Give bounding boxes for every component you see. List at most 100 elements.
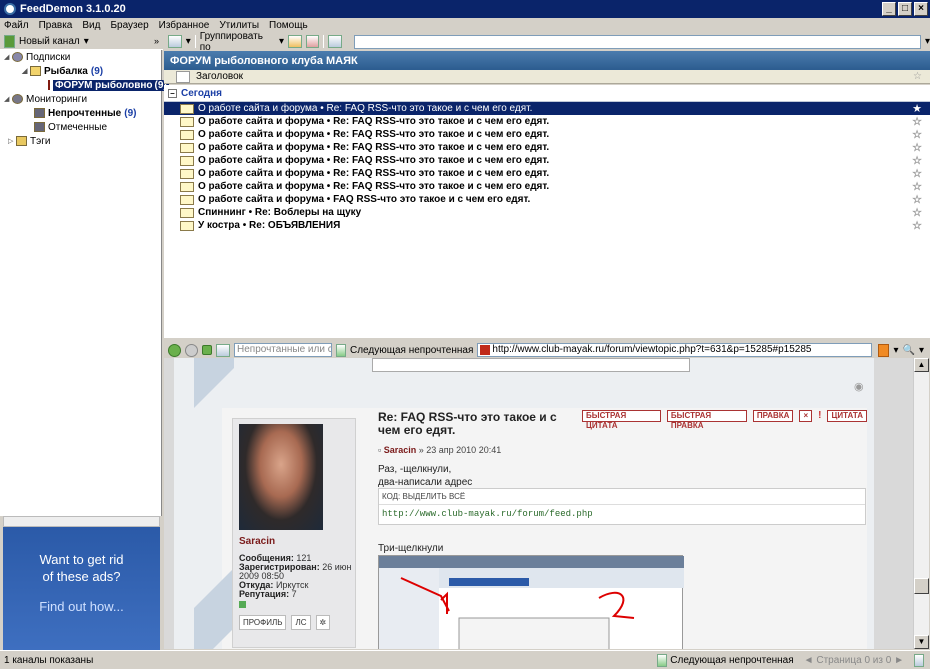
scroll-top-icon[interactable]: ◉ [854,380,864,393]
address-bar[interactable]: http://www.club-mayak.ru/forum/viewtopic… [477,343,873,357]
newspaper-icon[interactable] [328,35,343,48]
star-icon[interactable]: ★ [912,102,922,115]
search-dropdown-icon[interactable]: ▾ [925,36,930,47]
news-item[interactable]: О работе сайта и форума • Re: FAQ RSS-чт… [164,154,930,167]
star-icon[interactable]: ☆ [912,167,922,180]
new-tab-icon[interactable] [216,343,230,357]
report-icon[interactable]: ! [818,410,821,422]
ad-link[interactable]: Find out how... [3,599,160,614]
resize-grip-icon[interactable] [914,653,924,667]
dropdown-arrow-icon[interactable]: ▾ [84,36,89,47]
gear-icon[interactable]: ✲ [315,615,331,630]
quick-edit-button[interactable]: БЫСТРАЯ ПРАВКА [666,410,747,430]
scroll-thumb[interactable] [914,578,929,594]
close-button[interactable]: × [914,2,928,16]
view-dropdown-icon[interactable]: ▾ [186,36,191,47]
next-unread-button[interactable]: Следующая непрочтенная [350,345,473,356]
rss-icon[interactable] [878,343,890,357]
news-item[interactable]: О работе сайта и форума • Re: FAQ RSS-чт… [164,141,930,154]
post-title[interactable]: Re: FAQ RSS-что это такое и с чем его ед… [378,411,578,437]
menu-favorites[interactable]: Избранное [159,20,210,31]
tree-feed-forum[interactable]: ФОРУМ рыболовно (9) [0,78,169,92]
forward-icon[interactable] [185,343,198,357]
star-icon[interactable]: ☆ [912,128,922,141]
profile-name[interactable]: Saracin [239,536,275,547]
sidebar-toolbar: Новый канал ▾ » [0,33,163,50]
tree-unread[interactable]: Непрочтенные (9) [0,106,161,120]
envelope-icon[interactable] [176,70,190,83]
group-header[interactable]: – Сегодня [164,85,930,102]
menu-file[interactable]: Файл [4,20,29,31]
title-bar: FeedDemon 3.1.0.20 _ □ × [0,0,930,18]
menu-tools[interactable]: Утилиты [219,20,259,31]
news-item[interactable]: О работе сайта и форума • FAQ RSS-что эт… [164,193,930,206]
news-item[interactable]: О работе сайта и форума • Re: FAQ RSS-чт… [164,115,930,128]
collapse-arrow-icon[interactable]: ◢ [22,67,30,75]
star-icon[interactable]: ☆ [912,154,922,167]
star-icon[interactable]: ☆ [912,115,922,128]
menu-help[interactable]: Помощь [269,20,308,31]
star-icon[interactable]: ☆ [912,219,922,232]
back-icon[interactable] [168,343,181,357]
profile-button[interactable]: ПРОФИЛЬ [239,615,287,630]
scroll-up-icon[interactable]: ▲ [914,358,929,372]
collapse-icon[interactable]: » [154,36,159,46]
news-item[interactable]: О работе сайта и форума • Re: FAQ RSS-чт… [164,102,930,115]
pm-button[interactable]: ЛС [291,615,311,630]
expand-arrow-icon[interactable]: ▷ [8,137,16,145]
window-title: FeedDemon 3.1.0.20 [20,3,126,15]
stop-icon[interactable] [202,345,212,355]
flag-icon[interactable] [305,35,320,48]
filter-combo[interactable]: Непрочтанные или с с [234,343,332,357]
edit-button[interactable]: ПРАВКА [752,410,794,422]
zoom-dropdown-icon[interactable]: ▾ [919,345,924,356]
code-text: http://www.club-mayak.ru/forum/feed.php [382,509,593,519]
menu-view[interactable]: Вид [82,20,100,31]
star-icon[interactable]: ☆ [912,206,922,219]
star-icon[interactable]: ☆ [912,180,922,193]
quick-quote-button[interactable]: БЫСТРАЯ ЦИТАТА [582,410,661,430]
tree-subscriptions[interactable]: ◢ Подписки [0,50,161,64]
view-icon[interactable] [168,35,182,48]
group-dropdown-icon[interactable]: ▾ [279,36,284,47]
tree-folder-fishing[interactable]: ◢ Рыбалка (9) [0,64,161,78]
news-item[interactable]: Спиннинг • Re: Воблеры на щуку ☆ [164,206,930,219]
post-text: Раз, -щелкнули, два-написали адрес [378,464,473,488]
subscriptions-tree: ◢ Подписки ◢ Рыбалка (9) ФОРУМ рыболовно… [0,50,169,516]
group-by-button[interactable]: Группировать по [200,31,275,53]
star-icon[interactable]: ☆ [912,193,922,206]
news-item[interactable]: О работе сайта и форума • Re: FAQ RSS-чт… [164,128,930,141]
tree-flagged[interactable]: Отмеченные [0,120,161,134]
rss-dropdown-icon[interactable]: ▾ [893,345,898,356]
news-item[interactable]: У костра • Re: ОБЪЯВЛЕНИЯ ☆ [164,219,930,232]
star-icon[interactable]: ☆ [912,141,922,154]
mark-read-icon[interactable] [287,35,302,48]
collapse-box-icon[interactable]: – [168,88,177,98]
menu-browser[interactable]: Браузер [110,20,148,31]
new-channel-button[interactable]: Новый канал [19,36,80,47]
star-icon[interactable]: ☆ [913,71,922,82]
menu-edit[interactable]: Правка [39,20,73,31]
news-item[interactable]: О работе сайта и форума • Re: FAQ RSS-чт… [164,180,930,193]
delete-icon[interactable]: × [799,410,813,422]
status-next-unread-button[interactable]: Следующая непрочтенная [670,655,793,666]
news-item[interactable]: О работе сайта и форума • Re: FAQ RSS-чт… [164,167,930,180]
envelope-icon [180,103,194,114]
quote-button[interactable]: ЦИТАТА [827,410,867,422]
tag-icon [16,136,27,146]
maximize-button[interactable]: □ [898,2,912,16]
sidebar-scrollbar[interactable] [3,516,160,527]
web-scrollbar[interactable]: ▲ ▼ [913,358,929,649]
minimize-button[interactable]: _ [882,2,896,16]
collapse-arrow-icon[interactable]: ◢ [4,53,12,61]
tree-tags[interactable]: ▷ Тэги [0,134,161,148]
code-caption[interactable]: КОД: ВЫДЕЛИТЬ ВСЁ [379,489,865,505]
tree-monitors[interactable]: ◢ Мониторинги [0,92,161,106]
column-title[interactable]: Заголовок [196,71,243,82]
search-input[interactable] [354,34,921,49]
magnifier-icon[interactable]: 🔍 [903,345,915,356]
scroll-down-icon[interactable]: ▼ [914,635,929,649]
online-ribbon [194,568,234,649]
envelope-icon [180,220,194,231]
collapse-arrow-icon[interactable]: ◢ [4,95,12,103]
